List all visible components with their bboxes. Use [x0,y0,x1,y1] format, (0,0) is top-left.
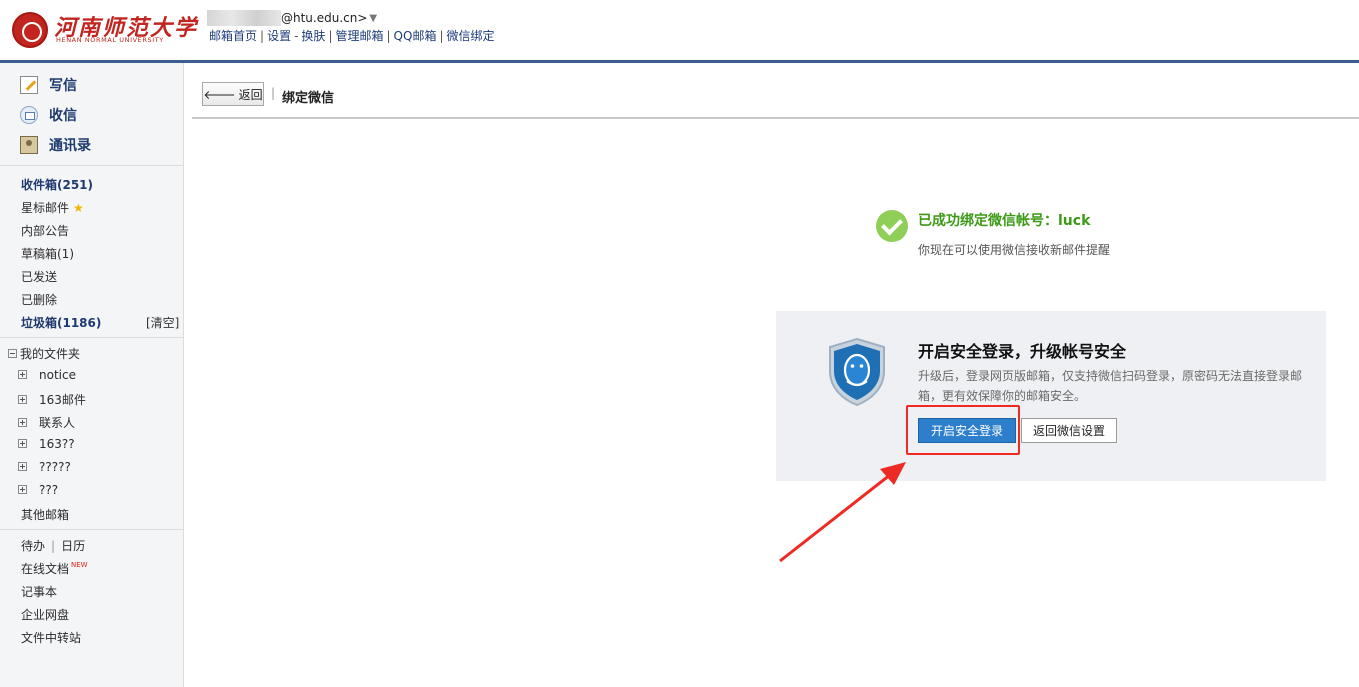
sidebar-divider [0,337,183,338]
link-mail-home[interactable]: 邮箱首页 [209,29,257,43]
subfolder-item[interactable]: 联系人 [18,414,75,431]
folder-spam[interactable]: 垃圾箱(1186) [21,314,101,331]
inbox-icon [20,106,38,124]
link-manage-mailbox[interactable]: 管理邮箱 [335,29,383,43]
blurred-username [207,10,281,26]
account-info[interactable]: @htu.edu.cn> ▼ [207,9,377,27]
subfolder-item[interactable]: 163邮件 [18,391,86,408]
logo-english-name: HENAN NORMAL UNIVERSITY [56,36,164,44]
university-logo[interactable]: 河南师范大学 HENAN NORMAL UNIVERSITY [12,10,196,48]
expand-icon[interactable] [18,395,27,404]
expand-icon[interactable] [18,462,27,471]
main-toolbar: 🡐 返回 | 绑定微信 [192,63,1359,119]
back-button[interactable]: 🡐 返回 [202,82,264,106]
page-title: 绑定微信 [282,91,335,106]
check-circle-icon [876,210,908,242]
contacts-label: 通讯录 [49,138,91,154]
link-change-skin[interactable]: 换肤 [301,29,325,43]
sidebar-divider [0,529,183,530]
compose-icon [20,76,38,94]
clear-spam-link[interactable]: [清空] [146,314,179,331]
star-icon: ★ [73,201,84,215]
receive-label: 收信 [49,108,77,124]
expand-icon[interactable] [18,439,27,448]
subfolder-item[interactable]: ??? [18,483,58,497]
annotation-arrow-icon [779,462,906,563]
link-qq-mail[interactable]: QQ邮箱 [394,29,437,43]
receive-button[interactable]: 收信 [20,104,77,126]
subfolder-item[interactable]: 163?? [18,437,75,451]
sidebar: 写信 收信 通讯录 收件箱(251) 星标邮件 ★ 内部公告 草稿箱(1) 已发送… [0,63,184,687]
folder-internal-notice[interactable]: 内部公告 [21,222,69,239]
contacts-button[interactable]: 通讯录 [20,134,91,156]
top-header: 河南师范大学 HENAN NORMAL UNIVERSITY @htu.edu.… [0,0,1359,60]
folder-deleted[interactable]: 已删除 [21,291,57,308]
top-links: 邮箱首页 | 设置 - 换肤 | 管理邮箱 | QQ邮箱 | 微信绑定 [209,29,495,43]
file-transfer-link[interactable]: 文件中转站 [21,629,81,646]
tools-row: 待办 | 日历 [21,539,86,553]
my-folders-toggle[interactable]: 我的文件夹 [8,345,80,362]
subfolder-item[interactable]: ????? [18,460,71,474]
promo-description: 升级后，登录网页版邮箱，仅支持微信扫码登录，原密码无法直接登录邮箱，更有效保障你… [918,369,1303,403]
expand-icon[interactable] [18,485,27,494]
sidebar-divider [0,165,183,166]
subfolder-item[interactable]: notice [18,368,76,382]
back-arrow-icon: 🡐 [203,87,236,102]
netdisk-link[interactable]: 企业网盘 [21,606,69,623]
folder-inbox[interactable]: 收件箱(251) [21,176,93,193]
folder-sent[interactable]: 已发送 [21,268,57,285]
todo-link[interactable]: 待办 [21,539,45,553]
success-title: 已成功绑定微信帐号：luck [918,213,1091,229]
expand-icon[interactable] [18,370,27,379]
toolbar-separator: | [271,86,276,100]
compose-button[interactable]: 写信 [20,74,77,96]
link-wechat-binding[interactable]: 微信绑定 [447,29,495,43]
account-domain: @htu.edu.cn> [281,11,368,25]
back-to-wechat-settings-button[interactable]: 返回微信设置 [1021,418,1117,443]
compose-label: 写信 [49,78,77,94]
notes-link[interactable]: 记事本 [21,583,57,600]
chevron-down-icon[interactable]: ▼ [369,13,377,24]
contacts-icon [20,136,38,154]
folder-starred[interactable]: 星标邮件 ★ [21,199,84,216]
collapse-icon [8,349,17,358]
university-seal-icon [12,12,48,48]
folder-other-mailboxes[interactable]: 其他邮箱 [21,506,69,523]
calendar-link[interactable]: 日历 [61,539,85,553]
annotation-highlight-box [906,405,1020,455]
folder-drafts[interactable]: 草稿箱(1) [21,245,74,262]
qq-shield-icon [829,337,885,407]
expand-icon[interactable] [18,418,27,427]
online-docs-link[interactable]: 在线文档 NEW [21,560,88,577]
new-badge: NEW [71,561,88,569]
promo-title: 开启安全登录，升级帐号安全 [918,342,1127,361]
success-subtitle: 你现在可以使用微信接收新邮件提醒 [918,243,1111,257]
link-settings[interactable]: 设置 [267,29,291,43]
